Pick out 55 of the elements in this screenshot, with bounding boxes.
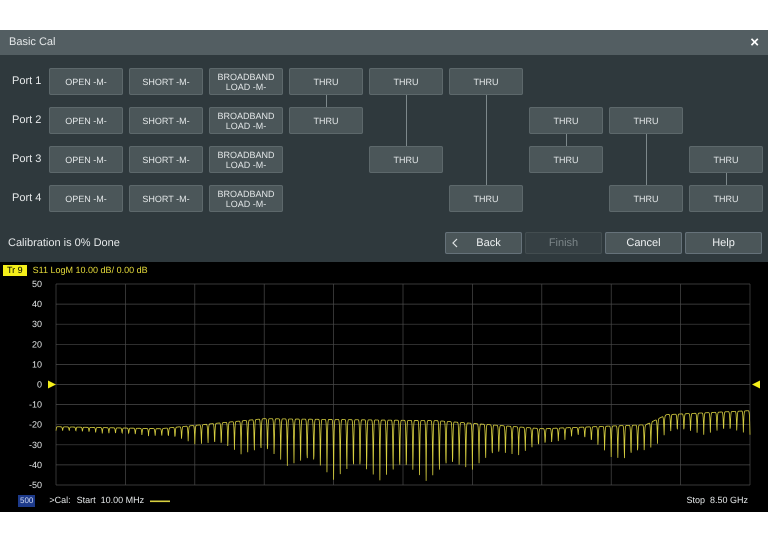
thru-button[interactable]: THRU — [609, 185, 683, 212]
standard-button[interactable]: OPEN -M- — [49, 107, 123, 134]
stop-frequency: Stop 8.50 GHz — [686, 494, 748, 508]
thru-button[interactable]: THRU — [529, 146, 603, 173]
standard-button[interactable]: OPEN -M- — [49, 68, 123, 95]
trace-tag[interactable]: Tr 9 — [3, 265, 27, 276]
standard-button[interactable]: SHORT -M- — [129, 107, 203, 134]
y-axis-label: 20 — [32, 339, 42, 350]
thru-button[interactable]: THRU — [369, 68, 443, 95]
thru-button[interactable]: THRU — [609, 107, 683, 134]
standard-button[interactable]: BROADBAND LOAD -M- — [209, 185, 283, 212]
standard-button[interactable]: BROADBAND LOAD -M- — [209, 146, 283, 173]
y-axis-label: 50 — [32, 279, 42, 289]
thru-button[interactable]: THRU — [369, 146, 443, 173]
standard-button[interactable]: SHORT -M- — [129, 185, 203, 212]
window-title: Basic Cal — [9, 35, 56, 50]
standard-button[interactable]: BROADBAND LOAD -M- — [209, 68, 283, 95]
standard-button[interactable]: BROADBAND LOAD -M- — [209, 107, 283, 134]
reference-marker-icon — [752, 380, 760, 388]
thru-button[interactable]: THRU — [289, 68, 363, 95]
trace-description: S11 LogM 10.00 dB/ 0.00 dB — [32, 264, 148, 277]
start-frequency: Start 10.00 MHz — [76, 494, 144, 508]
standard-button[interactable]: OPEN -M- — [49, 185, 123, 212]
standard-button[interactable]: OPEN -M- — [49, 146, 123, 173]
port-label: Port 3 — [12, 152, 42, 168]
thru-button[interactable]: THRU — [529, 107, 603, 134]
y-axis-label: -30 — [28, 440, 42, 450]
y-axis-label: -20 — [28, 420, 42, 430]
dialog-button[interactable]: Help — [685, 232, 762, 254]
cal-label: >Cal: — [49, 494, 71, 508]
thru-button[interactable]: THRU — [449, 185, 523, 212]
y-axis-label: -40 — [28, 460, 42, 470]
port-label: Port 2 — [12, 113, 42, 128]
status-text: Calibration is 0% Done — [7, 236, 120, 251]
thru-button[interactable]: THRU — [689, 146, 763, 173]
thru-button[interactable]: THRU — [289, 107, 363, 134]
legend-line-icon — [150, 500, 170, 502]
y-axis-label: 0 — [36, 380, 42, 390]
y-axis-label: -10 — [28, 400, 42, 410]
dialog-button[interactable]: Back — [445, 232, 522, 254]
channel-badge: 500 — [18, 495, 36, 507]
close-button[interactable]: × — [750, 35, 759, 50]
standard-button[interactable]: SHORT -M- — [129, 146, 203, 173]
y-axis-label: 10 — [32, 359, 42, 370]
port-label: Port 1 — [12, 74, 42, 90]
y-axis-label: -50 — [28, 480, 42, 490]
port-label: Port 4 — [12, 191, 42, 206]
thru-button[interactable]: THRU — [449, 68, 523, 95]
dialog-button[interactable]: Cancel — [605, 232, 682, 254]
thru-button[interactable]: THRU — [689, 185, 763, 212]
y-axis-label: 40 — [32, 299, 42, 310]
reference-marker-icon — [48, 380, 56, 388]
standard-button[interactable]: SHORT -M- — [129, 68, 203, 95]
y-axis-label: 30 — [32, 319, 42, 330]
chevron-left-icon — [452, 238, 458, 248]
